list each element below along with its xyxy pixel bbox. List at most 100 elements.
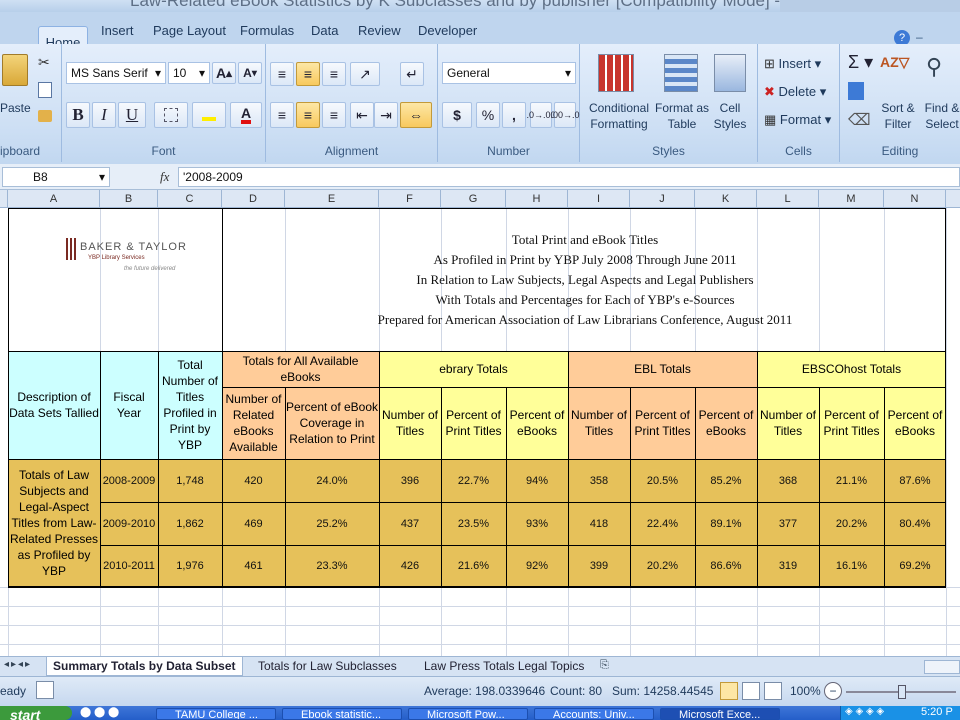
data-cell-r1-m[interactable]: 21.1% [819,459,884,502]
subheader-coverage[interactable]: Percent of eBook Coverage in Relation to… [285,387,379,459]
formula-input[interactable]: '2008-2009 [178,167,960,187]
align-top-button[interactable]: ≡ [270,62,294,86]
sheet-tab-summary[interactable]: Summary Totals by Data Subset [46,657,243,676]
window-controls[interactable] [780,0,960,12]
column-header-e[interactable]: E [285,190,379,208]
cell-styles-icon[interactable] [714,54,746,92]
header-ebl[interactable]: EBL Totals [568,351,757,387]
percent-button[interactable]: % [476,102,500,128]
format-cells-button[interactable]: ▦ Format ▾ [764,112,831,128]
subheader-ebrary-pct-ebooks[interactable]: Percent of eBooks [506,387,568,459]
header-fiscal-year[interactable]: Fiscal Year [100,351,158,459]
data-cell-r2-c[interactable]: 1,862 [158,502,222,545]
data-cell-r2-d[interactable]: 469 [222,502,285,545]
font-size-select[interactable]: 10 ▾ [168,62,210,84]
data-cell-r3-f[interactable]: 426 [379,545,441,587]
data-cell-r3-b[interactable]: 2010-2011 [100,545,158,587]
taskbar-item-2[interactable]: Ebook statistic... [282,708,402,720]
clear-icon[interactable]: ⌫ [848,110,871,130]
zoom-level[interactable]: 100% [790,684,821,698]
borders-button[interactable] [154,102,188,128]
data-cell-r3-h[interactable]: 92% [506,545,568,587]
grow-font-button[interactable]: A ▴ [212,62,236,84]
data-cell-r2-l[interactable]: 377 [757,502,819,545]
name-box[interactable]: B8 ▾ [2,167,110,187]
autosum-icon[interactable]: Σ ▾ [848,52,873,73]
data-cell-r1-h[interactable]: 94% [506,459,568,502]
taskbar-item-3[interactable]: Microsoft Pow... [408,708,528,720]
fill-icon[interactable] [848,82,864,100]
paste-icon[interactable] [2,54,28,86]
data-cell-r2-b[interactable]: 2009-2010 [100,502,158,545]
data-cell-r2-h[interactable]: 93% [506,502,568,545]
header-total-titles[interactable]: Total Number of Titles Profiled in Print… [158,351,222,459]
page-layout-view-icon[interactable] [742,682,760,700]
tray-icons[interactable]: ◈ ◈ ◈ ◈ [845,706,884,717]
zoom-slider-thumb[interactable] [898,685,906,699]
sort-filter-button[interactable]: Sort & Filter [878,100,918,132]
tab-insert[interactable]: Insert [101,23,134,38]
underline-button[interactable]: U [118,102,146,128]
cell-styles-button[interactable]: Cell Styles [708,100,752,132]
merge-center-button[interactable]: ⇔ [400,102,432,128]
page-break-view-icon[interactable] [764,682,782,700]
subheader-ebsco-titles[interactable]: Number of Titles [757,387,819,459]
tab-data[interactable]: Data [311,23,338,38]
data-cell-r1-g[interactable]: 22.7% [441,459,506,502]
align-center-button[interactable]: ≡ [296,102,320,128]
data-cell-r1-b[interactable]: 2008-2009 [100,459,158,502]
subheader-ebrary-pct-print[interactable]: Percent of Print Titles [441,387,506,459]
column-header-i[interactable]: I [568,190,630,208]
data-cell-r3-l[interactable]: 319 [757,545,819,587]
data-cell-r2-i[interactable]: 418 [568,502,630,545]
sort-filter-icon[interactable]: AZ▽ [880,54,916,92]
subheader-ebsco-pct-print[interactable]: Percent of Print Titles [819,387,884,459]
data-cell-r3-n[interactable]: 69.2% [884,545,946,587]
header-totals-all[interactable]: Totals for All Available eBooks [222,351,379,387]
column-header-f[interactable]: F [379,190,441,208]
data-cell-r3-m[interactable]: 16.1% [819,545,884,587]
align-right-button[interactable]: ≡ [322,102,346,128]
data-cell-r3-g[interactable]: 21.6% [441,545,506,587]
italic-button[interactable]: I [92,102,116,128]
decrease-indent-button[interactable]: ⇤ [350,102,374,128]
subheader-ebl-pct-ebooks[interactable]: Percent of eBooks [695,387,757,459]
shrink-font-button[interactable]: A ▾ [238,62,262,84]
data-cell-r2-g[interactable]: 23.5% [441,502,506,545]
paste-button[interactable]: Paste [0,100,31,116]
binoculars-icon[interactable]: ⚲ [926,54,956,90]
data-cell-r2-j[interactable]: 22.4% [630,502,695,545]
tab-developer[interactable]: Developer [418,23,477,38]
cut-icon[interactable]: ✂ [38,54,50,71]
align-bottom-button[interactable]: ≡ [322,62,346,86]
subheader-ebl-titles[interactable]: Number of Titles [568,387,630,459]
data-cell-r1-c[interactable]: 1,748 [158,459,222,502]
column-header-l[interactable]: L [757,190,819,208]
column-header-c[interactable]: C [158,190,222,208]
number-format-select[interactable]: General ▾ [442,62,576,84]
subheader-ebl-pct-print[interactable]: Percent of Print Titles [630,387,695,459]
format-as-table-button[interactable]: Format as Table [652,100,712,132]
data-cell-r1-d[interactable]: 420 [222,459,285,502]
taskbar-item-1[interactable]: TAMU College ... [156,708,276,720]
data-cell-r1-i[interactable]: 358 [568,459,630,502]
header-ebscohost[interactable]: EBSCOhost Totals [757,351,946,387]
fill-color-button[interactable] [192,102,226,128]
data-cell-r2-m[interactable]: 20.2% [819,502,884,545]
format-painter-icon[interactable] [38,110,52,122]
align-left-button[interactable]: ≡ [270,102,294,128]
font-name-select[interactable]: MS Sans Serif ▾ [66,62,166,84]
fx-icon[interactable]: fx [160,169,169,185]
bold-button[interactable]: B [66,102,90,128]
data-cell-r1-k[interactable]: 85.2% [695,459,757,502]
column-header-h[interactable]: H [506,190,568,208]
select-all-corner[interactable] [0,190,8,208]
taskbar-item-4[interactable]: Accounts: Univ... [534,708,654,720]
data-cell-r1-e[interactable]: 24.0% [285,459,379,502]
data-cell-r1-j[interactable]: 20.5% [630,459,695,502]
data-cell-r2-e[interactable]: 25.2% [285,502,379,545]
column-header-a[interactable]: A [8,190,100,208]
data-cell-r3-j[interactable]: 20.2% [630,545,695,587]
data-cell-r1-f[interactable]: 396 [379,459,441,502]
tab-page-layout[interactable]: Page Layout [153,23,226,38]
